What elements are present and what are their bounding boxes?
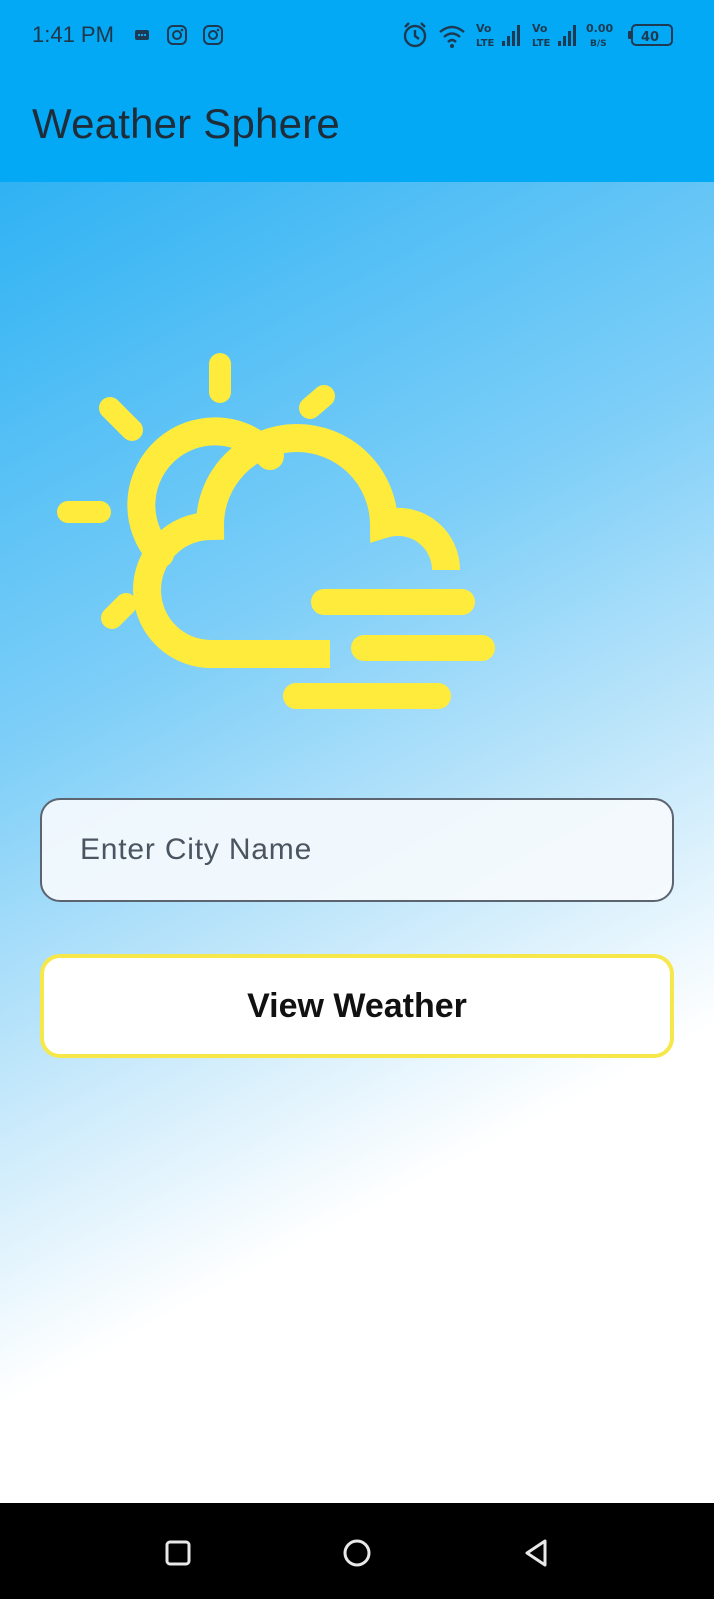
status-time: 1:41 PM	[32, 22, 114, 47]
message-icon	[134, 24, 150, 46]
svg-text:B/S: B/S	[590, 39, 607, 49]
svg-text:0.00: 0.00	[586, 22, 613, 35]
app-screen: 1:41 PM Vo LTE Vo LTE 0.00 B/S 40 Weathe…	[0, 0, 714, 1503]
signal-icon	[558, 25, 576, 46]
signal-icon	[502, 25, 520, 46]
view-weather-button[interactable]: View Weather	[40, 954, 674, 1058]
volte-icon: Vo LTE	[532, 22, 551, 49]
svg-text:Vo: Vo	[532, 22, 548, 35]
svg-text:LTE: LTE	[532, 38, 551, 49]
svg-text:LTE: LTE	[476, 38, 495, 49]
alarm-icon	[403, 22, 427, 48]
wifi-icon	[439, 25, 465, 48]
network-speed: 0.00 B/S	[586, 22, 613, 49]
svg-text:Vo: Vo	[476, 22, 492, 35]
instagram-icon	[202, 24, 224, 46]
partly-cloudy-windy-icon	[48, 352, 518, 742]
svg-text:40: 40	[641, 30, 659, 45]
page-title: Weather Sphere	[32, 100, 340, 147]
instagram-icon	[166, 24, 188, 46]
back-icon[interactable]	[516, 1533, 556, 1573]
battery-icon: 40	[628, 24, 673, 46]
top-app-bar: 1:41 PM Vo LTE Vo LTE 0.00 B/S 40 Weathe…	[0, 0, 714, 182]
system-nav-bar	[0, 1503, 714, 1599]
recent-apps-icon[interactable]	[158, 1533, 198, 1573]
home-icon[interactable]	[337, 1533, 377, 1573]
status-icons: Vo LTE Vo LTE 0.00 B/S 40	[402, 20, 684, 50]
city-name-input[interactable]	[40, 798, 674, 902]
status-bar: 1:41 PM Vo LTE Vo LTE 0.00 B/S 40	[0, 0, 714, 72]
volte-icon: Vo LTE	[476, 22, 495, 49]
main-content: View Weather	[0, 182, 714, 1503]
